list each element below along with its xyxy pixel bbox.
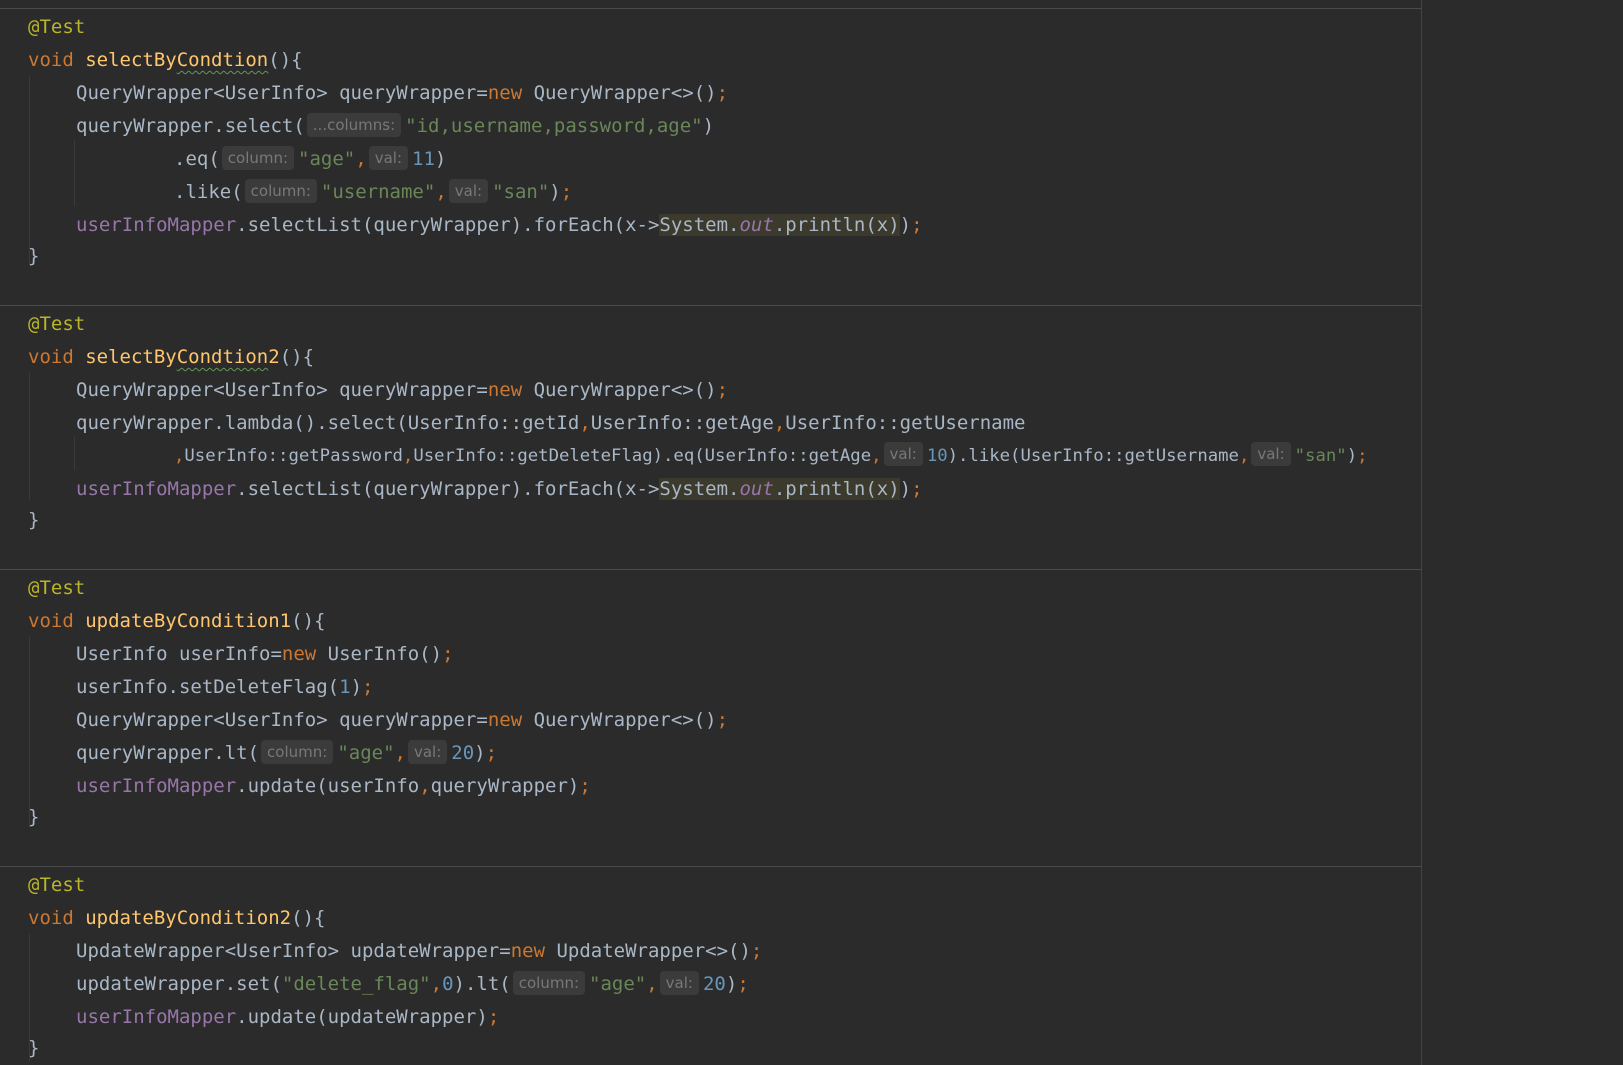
- method-separator: [0, 866, 1421, 867]
- parameter-hint: val:: [368, 146, 408, 170]
- method-signature[interactable]: void selectByCondtion2(){: [28, 341, 314, 374]
- code-line[interactable]: queryWrapper.lambda().select(UserInfo::g…: [76, 407, 1025, 440]
- code-line[interactable]: userInfoMapper.update(updateWrapper);: [76, 1001, 499, 1034]
- test-annotation[interactable]: @Test: [28, 11, 85, 44]
- code-line[interactable]: queryWrapper.lt(column: "age", val: 20);: [76, 737, 497, 770]
- mapper-field[interactable]: userInfoMapper: [76, 1006, 236, 1028]
- parameter-hint: column:: [261, 740, 334, 764]
- parameter-hint: column:: [512, 971, 586, 995]
- indent-guide: [74, 140, 75, 206]
- test-annotation[interactable]: @Test: [28, 572, 85, 605]
- right-margin-guide: [1421, 0, 1422, 1065]
- closing-brace[interactable]: }: [28, 240, 39, 273]
- code-editor[interactable]: @Test void selectByCondtion(){ QueryWrap…: [0, 0, 1623, 1065]
- method-separator: [0, 569, 1421, 570]
- code-line[interactable]: userInfoMapper.update(userInfo,queryWrap…: [76, 770, 591, 803]
- code-line[interactable]: userInfoMapper.selectList(queryWrapper).…: [76, 209, 923, 242]
- indent-guide: [74, 437, 75, 470]
- parameter-hint: val:: [659, 971, 699, 995]
- code-line[interactable]: userInfo.setDeleteFlag(1);: [76, 671, 373, 704]
- method-signature[interactable]: void selectByCondtion(){: [28, 44, 303, 77]
- parameter-hint: ...columns:: [306, 113, 402, 137]
- method-name[interactable]: updateByCondition1: [85, 610, 291, 632]
- closing-brace[interactable]: }: [28, 801, 39, 834]
- code-line[interactable]: updateWrapper.set("delete_flag",0).lt(co…: [76, 968, 749, 1001]
- closing-brace[interactable]: }: [28, 1032, 39, 1065]
- mapper-field[interactable]: userInfoMapper: [76, 478, 236, 500]
- void-keyword: void: [28, 907, 74, 929]
- method-signature[interactable]: void updateByCondition2(){: [28, 902, 325, 935]
- code-line[interactable]: userInfoMapper.selectList(queryWrapper).…: [76, 473, 923, 506]
- code-line[interactable]: ,UserInfo::getPassword,UserInfo::getDele…: [174, 440, 1368, 473]
- code-line[interactable]: .like(column: "username", val: "san");: [174, 176, 572, 209]
- test-annotation[interactable]: @Test: [28, 308, 85, 341]
- method-name[interactable]: selectByCondtion: [85, 49, 268, 71]
- void-keyword: void: [28, 346, 74, 368]
- method-name[interactable]: selectByCondtion2: [85, 346, 279, 368]
- code-line[interactable]: UpdateWrapper<UserInfo> updateWrapper=ne…: [76, 935, 762, 968]
- code-line[interactable]: QueryWrapper<UserInfo> queryWrapper=new …: [76, 77, 728, 110]
- test-annotation[interactable]: @Test: [28, 869, 85, 902]
- parameter-hint: val:: [448, 179, 489, 203]
- code-line[interactable]: UserInfo userInfo=new UserInfo();: [76, 638, 454, 671]
- method-separator: [0, 305, 1421, 306]
- usage-highlight: System.out.println(x): [659, 214, 900, 236]
- indent-guide: [29, 76, 30, 266]
- parameter-hint: val:: [1251, 442, 1291, 466]
- indent-guide: [29, 637, 30, 827]
- usage-highlight: System.out.println(x): [659, 478, 900, 500]
- closing-brace[interactable]: }: [28, 504, 39, 537]
- void-keyword: void: [28, 610, 74, 632]
- void-keyword: void: [28, 49, 74, 71]
- method-name[interactable]: updateByCondition2: [85, 907, 291, 929]
- code-line[interactable]: .eq(column: "age", val: 11): [174, 143, 446, 176]
- typo-highlight: Condtion: [176, 346, 269, 368]
- parameter-hint: column:: [221, 146, 295, 170]
- indent-guide: [29, 373, 30, 500]
- code-line[interactable]: QueryWrapper<UserInfo> queryWrapper=new …: [76, 374, 728, 407]
- code-line[interactable]: queryWrapper.select(...columns: "id,usern…: [76, 110, 714, 143]
- parameter-hint: val:: [883, 442, 923, 466]
- mapper-field[interactable]: userInfoMapper: [76, 775, 236, 797]
- method-separator: [0, 8, 1421, 9]
- method-signature[interactable]: void updateByCondition1(){: [28, 605, 325, 638]
- typo-highlight: Condtion: [176, 49, 269, 71]
- code-line[interactable]: QueryWrapper<UserInfo> queryWrapper=new …: [76, 704, 728, 737]
- parameter-hint: val:: [407, 740, 448, 764]
- mapper-field[interactable]: userInfoMapper: [76, 214, 236, 236]
- parameter-hint: column:: [244, 179, 317, 203]
